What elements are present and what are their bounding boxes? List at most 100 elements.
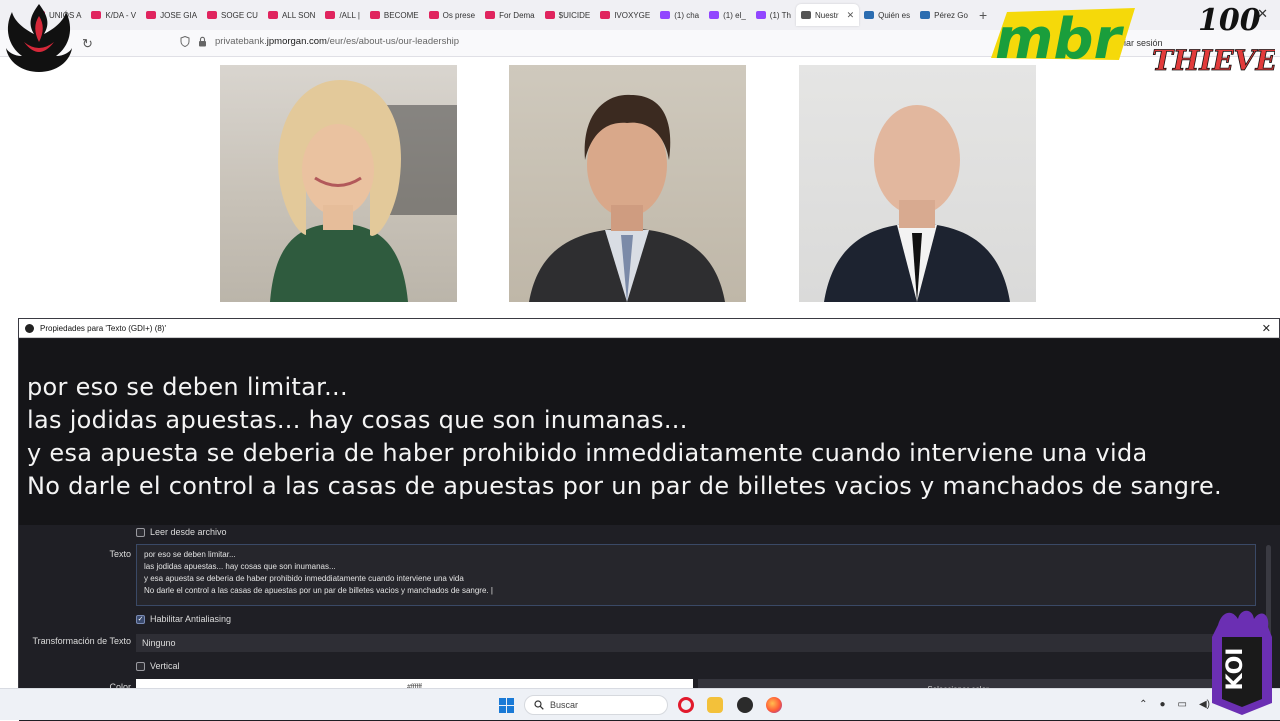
tab-11[interactable]: IVOXYGE: [595, 4, 655, 26]
tab-label: Nuestr: [815, 10, 839, 20]
read-from-file-label: Leer desde archivo: [150, 527, 227, 537]
text-preview: por eso se deben limitar... las jodidas …: [19, 339, 1280, 525]
tab-label: (1) Th: [769, 10, 791, 20]
tab-label: ALL SON: [281, 10, 316, 20]
opera-icon[interactable]: [678, 697, 694, 713]
tab-label: (1) cha: [674, 10, 700, 20]
vertical-label: Vertical: [150, 661, 180, 671]
preview-line-4: No darle el control a las casas de apues…: [27, 472, 1222, 500]
tab-13[interactable]: (1) el_: [704, 4, 751, 26]
tab-9[interactable]: For Dema: [480, 4, 540, 26]
100-thieves-word: THIEVES: [1152, 44, 1275, 77]
100-thieves-number: 100: [1198, 3, 1261, 38]
tab-extra-1[interactable]: Quién es: [859, 4, 915, 26]
tab-label: /ALL |: [339, 10, 360, 20]
tab-label: For Dema: [499, 10, 535, 20]
preview-line-3: y esa apuesta se deberia de haber prohib…: [27, 439, 1148, 467]
tab-favicon-icon: [755, 11, 766, 19]
read-from-file-option[interactable]: Leer desde archivo: [136, 527, 227, 537]
obs-icon: [25, 323, 34, 333]
obs-taskbar-icon[interactable]: [737, 697, 753, 713]
tab-favicon-icon: [920, 11, 931, 19]
tab-favicon-icon: [709, 11, 720, 19]
tab-label: $UICIDE: [558, 10, 591, 20]
close-tab-icon[interactable]: ✕: [847, 10, 855, 21]
text-input-line-4: No darle el control a las casas de apues…: [144, 586, 493, 595]
dialog-titlebar: Propiedades para 'Texto (GDI+) (8)' ✕: [19, 319, 1279, 338]
url-text: privatebank.jpmorgan.com/eur/es/about-us…: [215, 36, 459, 47]
tab-3[interactable]: JOSE GIA: [141, 4, 202, 26]
tab-favicon-icon: [544, 11, 555, 19]
tab-6[interactable]: /ALL |: [320, 4, 364, 26]
antialiasing-label: Habilitar Antialiasing: [150, 614, 232, 624]
read-from-file-checkbox[interactable]: [136, 527, 145, 537]
koi-logo: KOI: [1212, 610, 1272, 715]
tab-favicon-icon: [267, 11, 278, 19]
tab-label: Pérez Go: [934, 10, 968, 20]
leader-photo-2: [509, 65, 746, 302]
tab-favicon-icon: [660, 11, 671, 19]
shield-icon: [180, 36, 190, 47]
preview-line-1: por eso se deben limitar...: [27, 373, 348, 401]
windows-start-icon[interactable]: [499, 698, 514, 713]
tab-favicon-icon: [600, 11, 611, 19]
tab-label: K/DA - V: [105, 10, 137, 20]
text-input-line-2: las jodidas apuestas... hay cosas que so…: [144, 562, 336, 571]
leader-photo-1: [220, 65, 457, 302]
tab-label: Os prese: [442, 10, 476, 20]
firefox-icon[interactable]: [766, 697, 782, 713]
tab-12[interactable]: (1) cha: [655, 4, 704, 26]
lock-icon: [199, 36, 206, 47]
antialiasing-option[interactable]: ✓ Habilitar Antialiasing: [136, 614, 231, 624]
url-path: /eur/es/about-us/our-leadership: [326, 36, 459, 47]
tab-7[interactable]: BECOME: [365, 4, 424, 26]
tab-favicon-icon: [369, 11, 380, 19]
text-input-line-3: y esa apuesta se deberia de haber prohib…: [144, 574, 464, 583]
tab-5[interactable]: ALL SON: [263, 4, 321, 26]
address-bar[interactable]: privatebank.jpmorgan.com/eur/es/about-us…: [180, 36, 459, 47]
tab-label: SOGE CU: [221, 10, 258, 20]
tab-label: Quién es: [878, 10, 911, 20]
antialiasing-checkbox[interactable]: ✓: [136, 614, 145, 624]
tab-4[interactable]: SOGE CU: [202, 4, 263, 26]
tab-favicon-icon: [146, 11, 157, 19]
reload-icon[interactable]: ↻: [82, 36, 93, 52]
mic-icon[interactable]: ●: [1159, 699, 1165, 710]
tab-favicon-icon: [207, 11, 218, 19]
vertical-checkbox[interactable]: [136, 661, 145, 671]
text-label: Texto: [109, 549, 131, 559]
leader-photo-3: [799, 65, 1036, 302]
search-icon: [534, 700, 544, 710]
browser-window: UNIÓS A K/DA - V JOSE GIA SOGE CU ALL SON/AL…: [0, 0, 1280, 721]
tab-favicon-icon: [485, 11, 496, 19]
tab-label: BECOME: [383, 10, 419, 20]
vertical-option[interactable]: Vertical: [136, 661, 180, 671]
tab-favicon-icon: [91, 11, 102, 19]
tab-10[interactable]: $UICIDE: [540, 4, 596, 26]
tab-14[interactable]: (1) Th: [751, 4, 796, 26]
tab-label: (1) el_: [723, 10, 746, 20]
url-prefix: privatebank.: [215, 36, 267, 47]
text-input[interactable]: por eso se deben limitar... las jodidas …: [136, 544, 1256, 606]
file-explorer-icon[interactable]: [707, 697, 723, 713]
tab-favicon-icon: [428, 11, 439, 19]
text-properties-dialog: Propiedades para 'Texto (GDI+) (8)' ✕ po…: [18, 318, 1280, 721]
tab-2[interactable]: K/DA - V: [86, 4, 141, 26]
tab-8[interactable]: Os prese: [424, 4, 480, 26]
dialog-close-button[interactable]: ✕: [1262, 322, 1271, 335]
koi-logo-text: KOI: [1223, 648, 1248, 691]
tab-extra-2[interactable]: Pérez Go: [915, 4, 973, 26]
mbr-logo-text: mbr: [995, 7, 1124, 66]
network-icon[interactable]: ▭: [1178, 699, 1187, 710]
flame-emblem-logo: [6, 4, 72, 72]
dialog-title: Propiedades para 'Texto (GDI+) (8)': [40, 323, 166, 333]
taskbar-search[interactable]: Buscar: [524, 695, 668, 715]
transform-select[interactable]: Ninguno: [136, 634, 1236, 652]
transform-label: Transformación de Texto: [32, 636, 131, 646]
mbr-logo: mbr: [991, 7, 1135, 66]
tab-label: IVOXYGE: [614, 10, 651, 20]
tab-label: JOSE GIA: [160, 10, 198, 20]
tab-favicon-icon: [864, 11, 875, 19]
tab-active[interactable]: Nuestr ✕: [796, 4, 860, 26]
chevron-up-icon[interactable]: ⌃: [1139, 699, 1147, 710]
